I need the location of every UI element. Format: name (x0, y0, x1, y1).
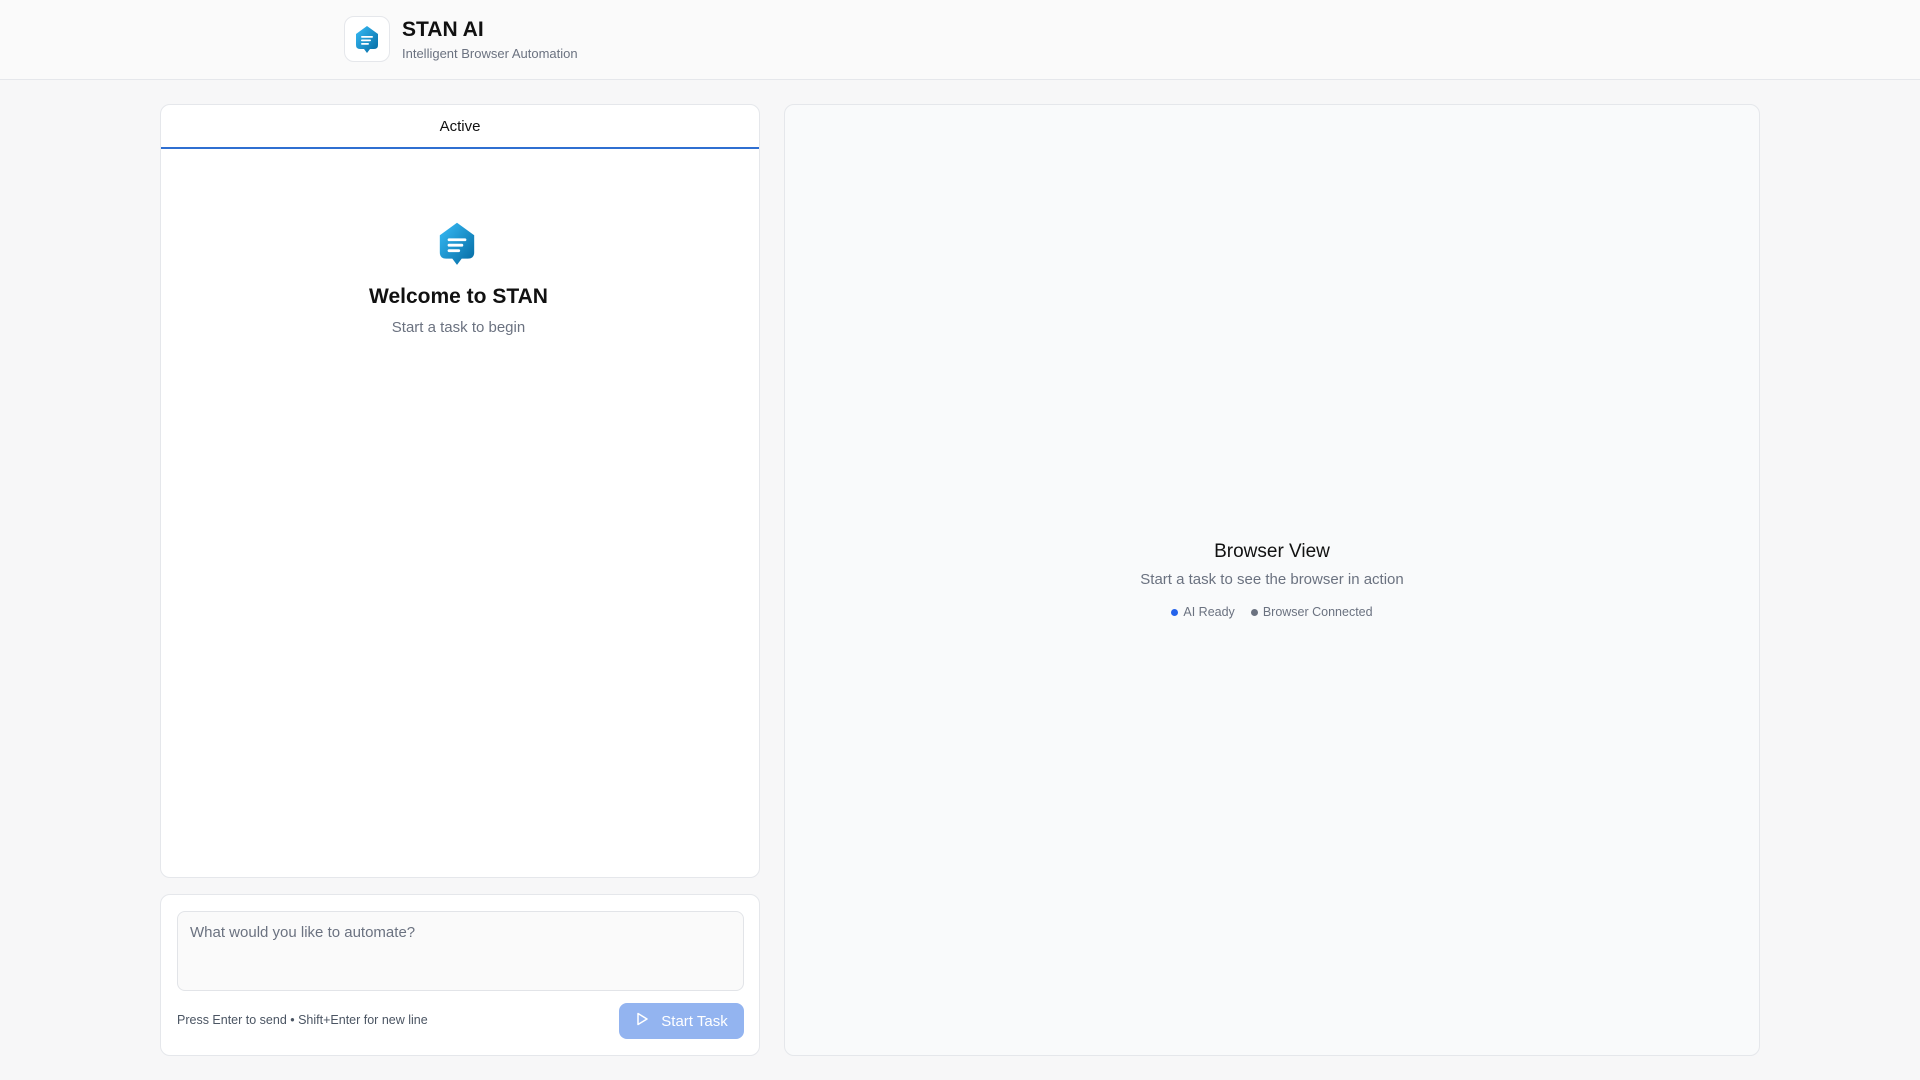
tab-bar: Active (161, 105, 759, 149)
status-label: Browser Connected (1262, 605, 1373, 619)
app-title: STAN AI (402, 18, 484, 41)
app-header: STAN AI Intelligent Browser Automation (0, 0, 1920, 80)
task-input[interactable] (177, 911, 744, 991)
status-dot-icon (1250, 608, 1258, 616)
status-dot-icon (1171, 608, 1179, 616)
task-composer: Press Enter to send • Shift+Enter for ne… (160, 894, 760, 1056)
browser-view-panel: Browser View Start a task to see the bro… (784, 104, 1760, 1056)
welcome-title: Welcome to STAN (369, 285, 548, 308)
start-task-label: Start Task (661, 1012, 728, 1030)
task-panel: Active Welcome to STAN Start a task to b… (160, 104, 760, 878)
browser-view-title: Browser View (1214, 541, 1330, 562)
status-ai-ready: AI Ready (1171, 605, 1235, 619)
keyboard-hint: Press Enter to send • Shift+Enter for ne… (177, 1013, 428, 1027)
tab-active[interactable]: Active (440, 118, 481, 135)
stan-logo-icon (344, 16, 390, 62)
stan-welcome-icon (431, 217, 483, 269)
app-subtitle: Intelligent Browser Automation (402, 46, 578, 61)
welcome-subtitle: Start a task to begin (391, 319, 526, 336)
status-browser-connected: Browser Connected (1250, 605, 1373, 619)
status-indicators: AI Ready Browser Connected (785, 605, 1759, 619)
play-icon (635, 1012, 649, 1030)
browser-view-subtitle: Start a task to see the browser in actio… (1140, 571, 1404, 588)
start-task-button[interactable]: Start Task (619, 1003, 744, 1039)
status-label: AI Ready (1183, 605, 1235, 619)
